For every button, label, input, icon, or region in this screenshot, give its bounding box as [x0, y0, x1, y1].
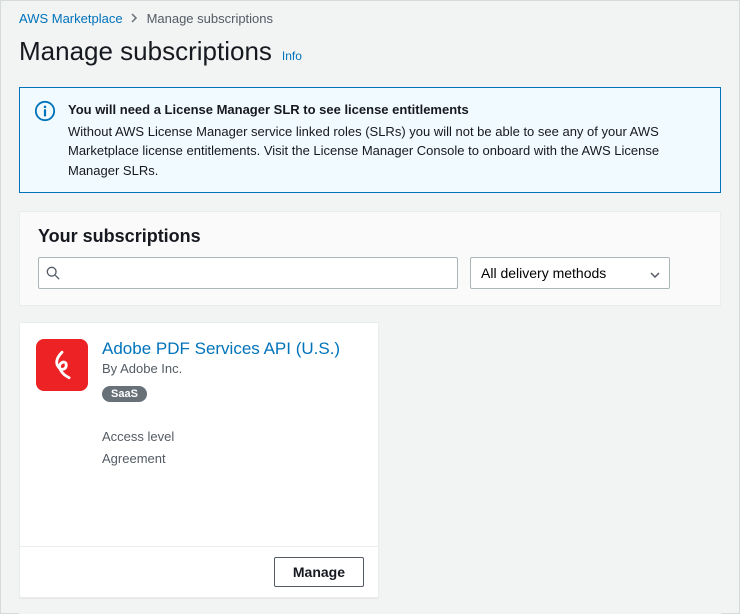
product-meta: Access level Agreement [102, 426, 362, 470]
page-title: Manage subscriptions [19, 36, 272, 67]
info-link[interactable]: Info [282, 49, 302, 63]
delivery-filter-wrapper: All delivery methods [470, 257, 670, 289]
delivery-badge: SaaS [102, 386, 147, 402]
alert-text: Without AWS License Manager service link… [68, 124, 659, 178]
subscriptions-heading: Your subscriptions [20, 212, 720, 257]
panel-controls: All delivery methods [20, 257, 720, 306]
access-level-label: Access level [102, 426, 362, 448]
alert-title: You will need a License Manager SLR to s… [68, 100, 706, 120]
vendor-prefix: By [102, 361, 117, 376]
adobe-acrobat-icon [36, 339, 88, 391]
product-title-link[interactable]: Adobe PDF Services API (U.S.) [102, 339, 362, 359]
product-info: Adobe PDF Services API (U.S.) By Adobe I… [102, 339, 362, 470]
subscriptions-panel: Your subscriptions All delivery methods [19, 211, 721, 306]
info-alert: You will need a License Manager SLR to s… [19, 87, 721, 193]
search-input[interactable] [38, 257, 458, 289]
vendor-name: Adobe Inc. [120, 361, 182, 376]
breadcrumb-current: Manage subscriptions [147, 11, 273, 26]
breadcrumb: AWS Marketplace Manage subscriptions [1, 1, 739, 30]
product-vendor: By Adobe Inc. [102, 361, 362, 376]
page-header: Manage subscriptions Info [1, 30, 739, 87]
card-footer: Manage [20, 546, 378, 597]
alert-body: You will need a License Manager SLR to s… [68, 100, 706, 180]
card-body: Adobe PDF Services API (U.S.) By Adobe I… [20, 323, 378, 486]
access-level-value: Agreement [102, 448, 362, 470]
manage-button[interactable]: Manage [274, 557, 364, 587]
info-icon [34, 100, 56, 122]
breadcrumb-root-link[interactable]: AWS Marketplace [19, 11, 123, 26]
search-icon [46, 266, 60, 280]
chevron-right-icon [131, 11, 139, 26]
subscription-card: Adobe PDF Services API (U.S.) By Adobe I… [19, 322, 379, 598]
cards-area: Adobe PDF Services API (U.S.) By Adobe I… [19, 306, 721, 614]
delivery-filter-select[interactable]: All delivery methods [470, 257, 670, 289]
search-wrapper [38, 257, 458, 289]
